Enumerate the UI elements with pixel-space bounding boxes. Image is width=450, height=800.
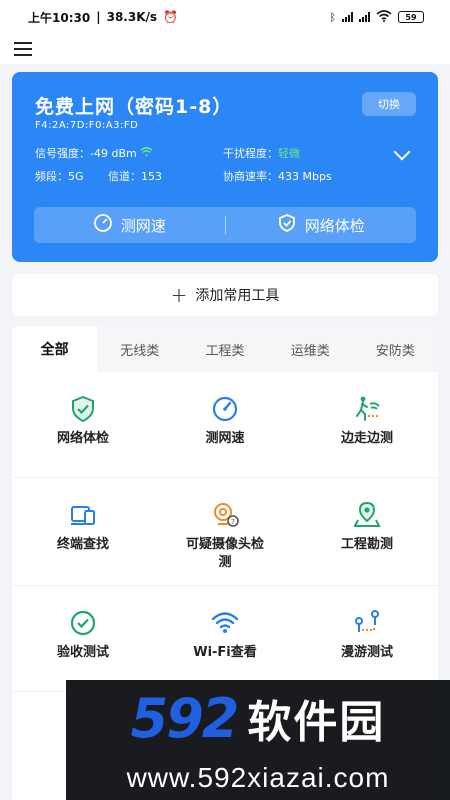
speedometer-icon — [212, 396, 238, 422]
speed-test-button[interactable]: 测网速 — [34, 207, 225, 243]
band-value: 5G — [68, 170, 84, 183]
status-left: 上午10:30 | 38.3K/s ⏰ — [28, 9, 178, 26]
channel-info: 信道：153 — [108, 168, 162, 184]
tool-label: 网络体检 — [56, 431, 109, 446]
alarm-icon: ⏰ — [163, 10, 178, 24]
interference: 干扰程度：轻微 — [223, 145, 300, 161]
wifi-icon — [211, 612, 239, 633]
status-speed: 38.3K/s — [106, 10, 158, 24]
watermark-number: 592 — [130, 686, 240, 750]
tab-security[interactable]: 安防类 — [353, 326, 438, 372]
tool-walk-test[interactable]: 边走边测 — [296, 372, 438, 478]
map-pin-icon — [353, 501, 381, 527]
add-tools-label: 添加常用工具 — [195, 288, 280, 304]
tool-site-survey[interactable]: 工程勘测 — [296, 478, 438, 586]
wifi-action-bar: 测网速 网络体检 — [34, 207, 416, 243]
menu-icon[interactable] — [14, 42, 32, 56]
tool-network-check[interactable]: 网络体检 — [12, 372, 154, 478]
camera-question-icon: ? — [214, 503, 239, 527]
switch-wifi-button[interactable]: 切换 — [362, 92, 416, 116]
tool-suspicious-camera[interactable]: ? 可疑摄像头检测 — [154, 478, 296, 586]
wifi-info-card: 免费上网（密码1-8） F4:2A:7D:F0:A3:FD 切换 信号强度：-4… — [12, 72, 438, 262]
signal-value: -49 dBm — [90, 147, 137, 160]
speed-test-label: 测网速 — [120, 216, 166, 235]
cell-signal-icon — [342, 12, 353, 22]
wifi-signal-icon — [140, 147, 153, 160]
walking-wifi-icon — [356, 396, 380, 421]
network-check-label: 网络体检 — [304, 216, 365, 235]
status-bar: 上午10:30 | 38.3K/s ⏰ ᛒ 59 — [0, 0, 450, 34]
tool-label: 终端查找 — [56, 537, 109, 552]
rate-label: 协商速率： — [223, 170, 278, 183]
channel-value: 153 — [141, 170, 162, 183]
tool-roaming-test[interactable]: 漫游测试 — [296, 586, 438, 692]
rate-info: 协商速率：433 Mbps — [223, 168, 332, 184]
rate-value: 433 Mbps — [278, 170, 332, 183]
tool-device-finder[interactable]: 终端查找 — [12, 478, 154, 586]
channel-label: 信道： — [108, 170, 141, 183]
status-separator: | — [96, 10, 101, 24]
bluetooth-icon: ᛒ — [329, 10, 336, 24]
devices-icon — [71, 506, 95, 525]
speedometer-icon — [93, 213, 113, 237]
tab-wireless[interactable]: 无线类 — [97, 326, 182, 372]
interference-label: 干扰程度： — [223, 147, 278, 160]
watermark-name: 软件园 — [247, 697, 386, 748]
tool-label: 漫游测试 — [340, 645, 393, 660]
watermark-url: www.592xiazai.com — [126, 762, 390, 793]
signal-strength: 信号强度：-49 dBm — [35, 145, 153, 161]
tool-label: 测网速 — [205, 431, 245, 446]
interference-value: 轻微 — [278, 147, 300, 160]
check-circle-icon — [70, 610, 96, 636]
tool-acceptance-test[interactable]: 验收测试 — [12, 586, 154, 692]
network-check-button[interactable]: 网络体检 — [226, 207, 417, 243]
tool-label: 可疑摄像头检测 — [185, 537, 264, 570]
expand-chevron-icon[interactable] — [393, 143, 411, 161]
watermark-overlay: 592 软件园 www.592xiazai.com — [66, 680, 450, 800]
tool-label: 边走边测 — [340, 431, 393, 446]
battery-icon: 59 — [398, 11, 424, 23]
tab-all[interactable]: 全部 — [12, 326, 98, 372]
category-tabs: 全部 无线类 工程类 运维类 安防类 — [12, 326, 438, 372]
signal-label: 信号强度： — [35, 147, 90, 160]
plus-icon: + — [170, 283, 188, 307]
svg-text:?: ? — [231, 518, 235, 526]
tool-label: 工程勘测 — [340, 537, 393, 552]
wifi-status-icon — [376, 9, 392, 25]
watermark-title: 592 软件园 — [66, 686, 450, 750]
status-time: 上午10:30 — [28, 10, 91, 25]
add-common-tools-button[interactable]: + 添加常用工具 — [12, 274, 438, 316]
band-info: 频段：5G — [35, 168, 84, 184]
status-right: ᛒ 59 — [329, 9, 424, 25]
top-bar — [0, 34, 450, 64]
tool-label: 验收测试 — [56, 645, 109, 660]
shield-check-icon — [277, 213, 297, 237]
tab-operations[interactable]: 运维类 — [268, 326, 353, 372]
tab-engineering[interactable]: 工程类 — [182, 326, 267, 372]
tool-speed-test[interactable]: 测网速 — [154, 372, 296, 478]
tool-label: Wi-Fi查看 — [193, 645, 257, 660]
cell-signal-2-icon — [359, 12, 370, 22]
roaming-icon — [355, 610, 379, 632]
band-label: 频段： — [35, 170, 68, 183]
wifi-ssid: 免费上网（密码1-8） — [35, 96, 233, 118]
shield-check-icon — [72, 395, 94, 423]
tools-grid: 网络体检 测网速 边走边测 终端查找 ? 可疑摄像头检测 工程勘测 验收测试 W… — [12, 372, 438, 692]
tool-wifi-view[interactable]: Wi-Fi查看 — [154, 586, 296, 692]
wifi-mac: F4:2A:7D:F0:A3:FD — [35, 120, 139, 131]
